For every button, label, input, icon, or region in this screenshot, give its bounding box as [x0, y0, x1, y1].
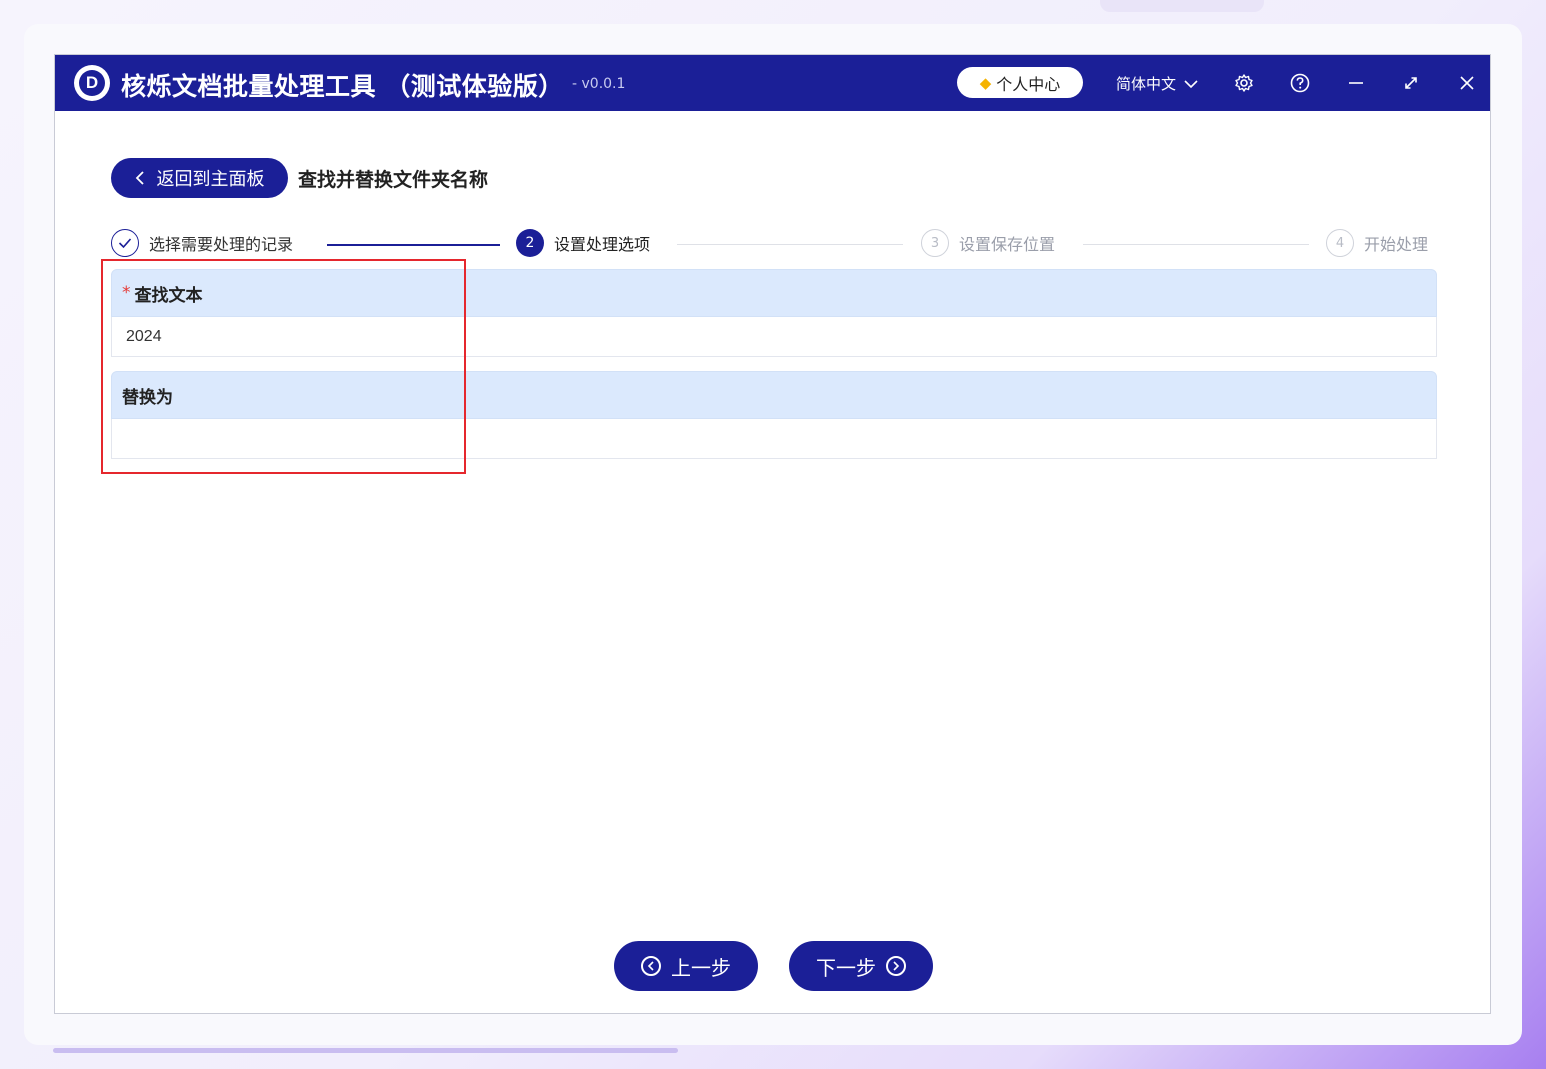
step-1-label: 选择需要处理的记录: [149, 235, 294, 254]
step-2-label: 设置处理选项: [554, 235, 651, 254]
main-content: 返回到主面板 查找并替换文件夹名称 选择需要处理的记录 2 设置处理选项 3 设…: [55, 111, 1490, 1013]
circle-chevron-right-icon: [886, 956, 906, 976]
step-connector-3: [1083, 244, 1309, 245]
app-title: 核烁文档批量处理工具 （测试体验版）: [121, 72, 564, 101]
step-4-number: 4: [1326, 229, 1354, 257]
gear-icon[interactable]: [1231, 70, 1257, 96]
page-title: 查找并替换文件夹名称: [298, 169, 489, 191]
step-2: 2 设置处理选项: [516, 229, 650, 257]
step-3-label: 设置保存位置: [959, 235, 1056, 254]
chevron-down-icon: [1184, 79, 1198, 88]
title-bar: D 核烁文档批量处理工具 （测试体验版） - v0.0.1 ◆ 个人中心 简体中…: [55, 55, 1490, 111]
step-connector-1: [327, 244, 500, 246]
prev-step-label: 上一步: [671, 955, 731, 980]
user-center-label: 个人中心: [996, 74, 1061, 94]
language-select[interactable]: 简体中文: [1116, 73, 1198, 94]
back-to-dashboard-button[interactable]: 返回到主面板: [111, 158, 288, 198]
step-3-number: 3: [921, 229, 949, 257]
chevron-left-icon: [135, 171, 144, 185]
next-step-label: 下一步: [816, 955, 876, 980]
app-window: D 核烁文档批量处理工具 （测试体验版） - v0.0.1 ◆ 个人中心 简体中…: [54, 54, 1491, 1014]
step-3: 3 设置保存位置: [921, 229, 1055, 257]
user-center-button[interactable]: ◆ 个人中心: [957, 67, 1083, 98]
app-logo-icon: D: [74, 65, 110, 101]
horizontal-scrollbar[interactable]: [53, 1048, 678, 1053]
step-connector-2: [677, 244, 903, 245]
step-4-label: 开始处理: [1364, 235, 1429, 254]
step-2-number: 2: [516, 229, 544, 257]
close-icon[interactable]: [1454, 70, 1480, 96]
back-label: 返回到主面板: [156, 169, 265, 190]
next-step-button[interactable]: 下一步: [789, 941, 933, 991]
browser-top-tab: [1100, 0, 1264, 12]
maximize-icon[interactable]: [1398, 70, 1424, 96]
prev-step-button[interactable]: 上一步: [614, 941, 758, 991]
diamond-icon: ◆: [979, 73, 992, 92]
annotation-highlight-box: [101, 259, 466, 474]
check-icon: [111, 229, 139, 257]
minimize-icon[interactable]: [1343, 70, 1369, 96]
language-label: 简体中文: [1116, 75, 1177, 93]
step-1: 选择需要处理的记录: [111, 229, 293, 257]
app-version: - v0.0.1: [572, 76, 626, 92]
help-icon[interactable]: [1287, 70, 1313, 96]
logo-letter: D: [79, 70, 105, 96]
step-4: 4 开始处理: [1326, 229, 1428, 257]
circle-chevron-left-icon: [641, 956, 661, 976]
